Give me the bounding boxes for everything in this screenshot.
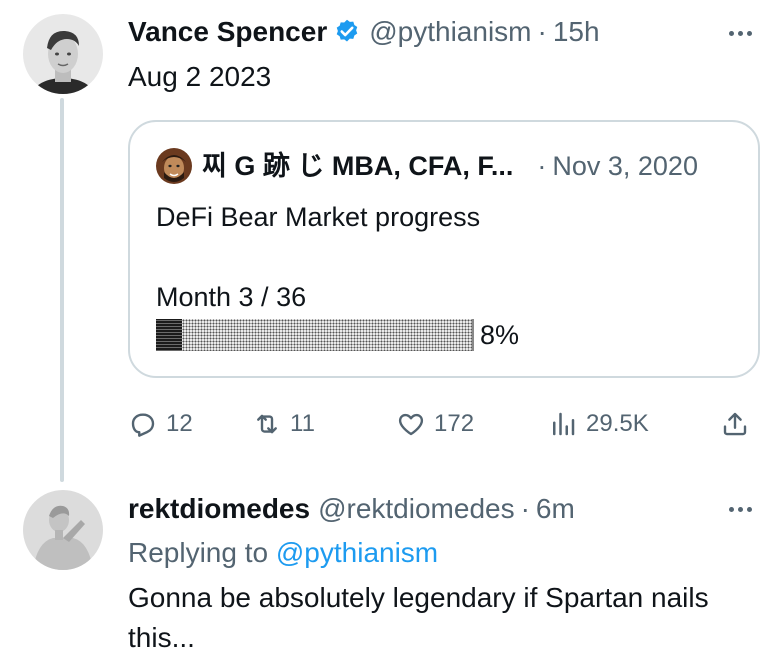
progress-remaining <box>182 319 474 351</box>
tweet-actions: 12 11 172 29.5K <box>128 404 760 444</box>
progress-bar: 8% <box>156 318 519 352</box>
more-options-icon[interactable] <box>720 18 760 48</box>
retweet-button[interactable]: 11 <box>252 404 315 444</box>
tweet-header: rektdiomedes @rektdiomedes · 6m <box>128 491 575 527</box>
timestamp[interactable]: 6m <box>536 491 575 527</box>
author-name[interactable]: Vance Spencer <box>128 14 327 50</box>
separator-dot: · <box>537 16 547 47</box>
quoted-text-line-1: DeFi Bear Market progress <box>156 202 481 232</box>
replying-to-mention[interactable]: @pythianism <box>276 537 438 568</box>
quoted-author-name[interactable]: 찌 G 跡 じ MBA, CFA, F... <box>202 149 513 183</box>
quoted-avatar <box>156 148 192 184</box>
views-button[interactable]: 29.5K <box>548 404 649 444</box>
views-count: 29.5K <box>586 410 649 437</box>
replying-to: Replying to @pythianism <box>128 534 438 572</box>
progress-fill <box>156 319 183 351</box>
share-icon <box>723 412 747 436</box>
author-handle[interactable]: @rektdiomedes <box>318 491 515 527</box>
avatar[interactable] <box>23 14 103 94</box>
separator-dot: · <box>537 151 547 181</box>
share-button[interactable] <box>720 404 758 444</box>
separator-dot: · <box>520 493 530 524</box>
author-handle[interactable]: @pythianism <box>369 14 531 50</box>
progress-percent: 8% <box>480 320 520 350</box>
quoted-tweet[interactable]: 찌 G 跡 じ MBA, CFA, F... · Nov 3, 2020 DeF… <box>128 120 760 378</box>
like-button[interactable]: 172 <box>396 404 474 444</box>
retweet-icon <box>257 414 277 434</box>
timestamp[interactable]: 15h <box>553 14 600 50</box>
heart-icon <box>398 413 424 436</box>
quoted-date: Nov 3, 2020 <box>552 151 698 181</box>
reply-button[interactable]: 12 <box>128 404 193 444</box>
retweet-count: 11 <box>290 410 315 437</box>
tweet-text: Aug 2 2023 <box>128 61 272 92</box>
author-name[interactable]: rektdiomedes <box>128 491 310 527</box>
reply-count: 12 <box>166 410 193 437</box>
thread-connector-line <box>60 98 64 482</box>
tweet-text: Gonna be absolutely legendary if Spartan… <box>128 582 709 653</box>
reply-icon <box>131 413 155 437</box>
replying-to-label: Replying to <box>128 537 269 568</box>
like-count: 172 <box>434 410 475 437</box>
more-options-icon[interactable] <box>720 494 760 524</box>
tweet-header: Vance Spencer @pythianism · 15h <box>128 14 600 50</box>
quoted-tweet-header: 찌 G 跡 じ MBA, CFA, F... · Nov 3, 2020 <box>156 148 758 184</box>
quoted-text-line-2: Month 3 / 36 <box>156 282 307 312</box>
avatar[interactable] <box>23 490 103 570</box>
progress-track <box>156 319 474 351</box>
verified-badge-icon <box>333 18 361 46</box>
views-chart-icon <box>553 412 575 436</box>
